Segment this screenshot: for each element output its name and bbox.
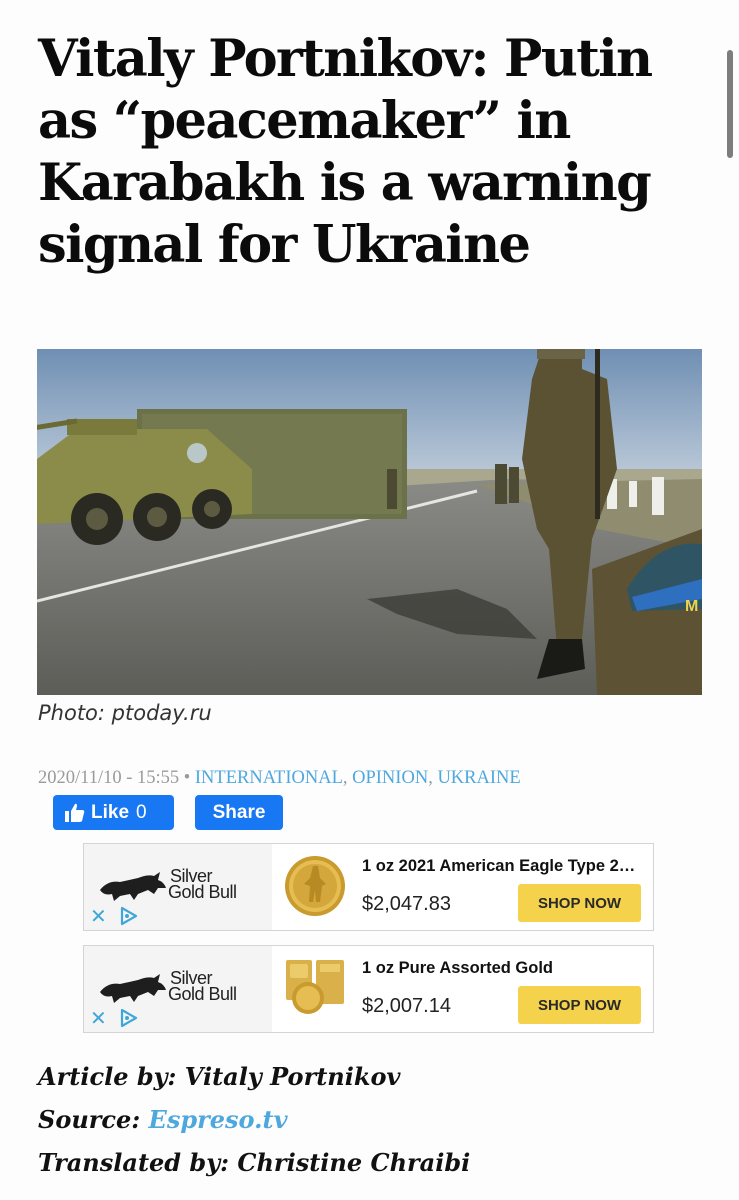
ad-brand-panel[interactable]: Silver Gold Bull ✕ [84, 946, 272, 1032]
publish-date: 2020/11/10 - 15:55 [38, 768, 180, 788]
adchoices-icon[interactable] [118, 906, 138, 926]
category-link-opinion[interactable]: OPINION [352, 768, 428, 788]
scrollbar[interactable] [727, 50, 733, 158]
like-label: Like [91, 801, 130, 823]
source-link[interactable]: Espreso.tv [149, 1105, 288, 1134]
adchoices-icon[interactable] [118, 1008, 138, 1028]
ad-product-price: $2,047.83 [362, 893, 451, 915]
bull-logo-icon [100, 872, 166, 901]
meta-separator: • [179, 768, 195, 788]
bull-logo-icon [100, 974, 166, 1003]
gold-coin-icon [285, 856, 345, 916]
ad-product-title[interactable]: 1 oz Pure Assorted Gold [362, 959, 553, 978]
article-author-line: Article by: Vitaly Portnikov [38, 1062, 400, 1091]
facebook-share-button[interactable]: Share [195, 795, 283, 830]
like-count: 0 [136, 801, 147, 823]
author-label: Article by: [38, 1062, 177, 1091]
category-comma: , [342, 768, 353, 788]
article-photo: M [37, 349, 702, 695]
shop-now-button[interactable]: SHOP NOW [518, 884, 641, 922]
source-label: Source: [38, 1105, 141, 1134]
category-link-ukraine[interactable]: UKRAINE [437, 768, 520, 788]
ad-banner[interactable]: Silver Gold Bull ✕ 1 oz 2021 American Ea… [83, 843, 654, 931]
facebook-like-button[interactable]: Like 0 [53, 795, 174, 830]
article-translator-line: Translated by: Christine Chraibi [38, 1148, 470, 1177]
category-link-international[interactable]: INTERNATIONAL [195, 768, 343, 788]
article-meta: 2020/11/10 - 15:55 • INTERNATIONAL, OPIN… [38, 768, 521, 789]
ad-close-icon[interactable]: ✕ [90, 906, 107, 926]
checkpoint-photo-illustration: M [37, 349, 702, 695]
ad-brand-panel[interactable]: Silver Gold Bull ✕ [84, 844, 272, 930]
ad-banner[interactable]: Silver Gold Bull ✕ 1 oz Pure Assorted Go… [83, 945, 654, 1033]
author-name: Vitaly Portnikov [184, 1062, 401, 1091]
translator-name: Christine Chraibi [237, 1148, 471, 1177]
article-source-line: Source: Espreso.tv [38, 1105, 288, 1134]
svg-text:M: M [685, 598, 698, 615]
brand-line-2: Gold Bull [168, 882, 237, 902]
ad-brand-name: Silver Gold Bull [168, 969, 237, 1004]
ad-product-price: $2,007.14 [362, 995, 451, 1017]
ad-close-icon[interactable]: ✕ [90, 1008, 107, 1028]
gold-bars-icon [286, 960, 344, 1014]
brand-line-2: Gold Bull [168, 984, 237, 1004]
shop-now-button[interactable]: SHOP NOW [518, 986, 641, 1024]
ad-product-title[interactable]: 1 oz 2021 American Eagle Type 2… [362, 857, 635, 876]
article-headline: Vitaly Portnikov: Putin as “peacemaker” … [38, 29, 653, 275]
thumbs-up-icon [65, 803, 85, 822]
translator-label: Translated by: [38, 1148, 230, 1177]
ad-brand-name: Silver Gold Bull [168, 867, 237, 902]
photo-caption: Photo: ptoday.ru [38, 701, 212, 725]
